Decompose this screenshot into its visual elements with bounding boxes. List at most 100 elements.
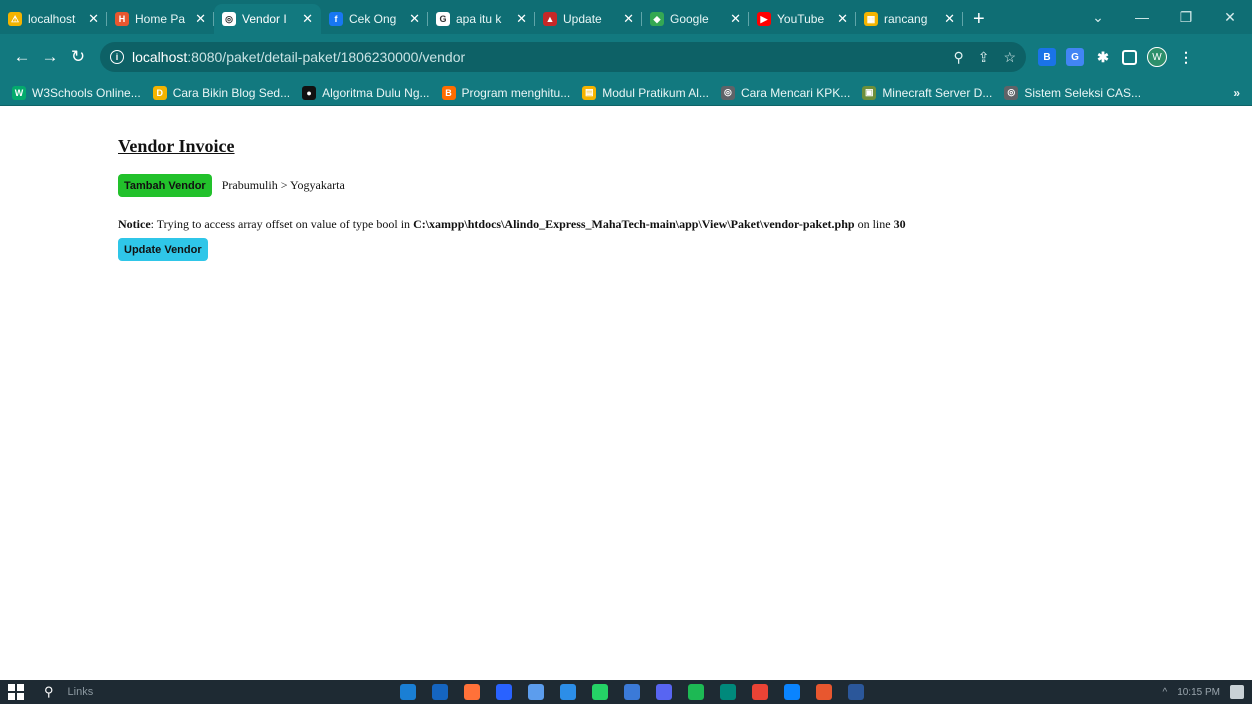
tab-close-icon[interactable]: ✕ [623, 11, 634, 27]
tab-search-icon[interactable]: ⌄ [1076, 9, 1120, 26]
taskbar-app-icon[interactable] [624, 684, 640, 700]
taskbar-app-icon[interactable] [688, 684, 704, 700]
tab-title: Update [563, 12, 602, 26]
update-vendor-button[interactable]: Update Vendor [118, 238, 208, 261]
tab-close-icon[interactable]: ✕ [302, 11, 313, 27]
tab-close-icon[interactable]: ✕ [730, 11, 741, 27]
tab-7[interactable]: ▶ YouTube ✕ [749, 4, 856, 34]
taskbar-app-icon[interactable] [432, 684, 448, 700]
windows-start-icon[interactable] [8, 684, 24, 700]
tab-close-icon[interactable]: ✕ [409, 11, 420, 27]
taskbar-app-icon[interactable] [400, 684, 416, 700]
notice-file-path: C:\xampp\htdocs\Alindo_Express_MahaTech-… [413, 217, 855, 231]
taskbar-app-icon[interactable] [592, 684, 608, 700]
bookmark-label: Algoritma Dulu Ng... [322, 85, 430, 100]
tab-favicon-icon: ◎ [222, 12, 236, 26]
tab-close-icon[interactable]: ✕ [944, 11, 955, 27]
tab-2[interactable]: ◎ Vendor I ✕ [214, 4, 321, 34]
url-host: localhost [132, 49, 188, 65]
tab-0[interactable]: ⚠ localhost ✕ [0, 4, 107, 34]
taskbar-app-icon[interactable] [720, 684, 736, 700]
close-window-icon[interactable]: ✕ [1208, 9, 1252, 26]
tab-title: rancang [884, 12, 928, 26]
tab-close-icon[interactable]: ✕ [88, 11, 99, 27]
bookmark-label: Program menghitu... [461, 85, 571, 100]
bookmark-favicon-icon: W [12, 85, 26, 100]
side-panel-icon[interactable] [1122, 49, 1137, 65]
reload-icon[interactable]: ↻ [64, 47, 92, 67]
bookmark-item[interactable]: ● Algoritma Dulu Ng... [302, 85, 430, 100]
tray-chevron-icon[interactable]: ^ [1162, 687, 1167, 698]
clock[interactable]: 10:15 PM [1177, 687, 1220, 698]
tab-title: apa itu k [456, 12, 502, 26]
bookmark-favicon-icon: ▣ [862, 85, 877, 100]
tab-1[interactable]: H Home Pa ✕ [107, 4, 214, 34]
avatar[interactable]: W [1147, 47, 1167, 67]
page-content: Vendor Invoice Tambah Vendor Prabumulih … [118, 106, 1118, 261]
browser-toolbar: ← → ↻ i localhost:8080/paket/detail-pake… [0, 34, 1252, 80]
taskbar-app-icon[interactable] [848, 684, 864, 700]
tab-4[interactable]: Gapa itu k ✕ [428, 4, 535, 34]
forward-icon[interactable]: → [36, 47, 64, 67]
extension-b-icon[interactable]: B [1038, 48, 1056, 66]
tab-title: Vendor I [242, 12, 287, 26]
share-icon[interactable]: ⇪ [978, 49, 990, 66]
bookmark-item[interactable]: D Cara Bikin Blog Sed... [152, 85, 290, 100]
puzzle-icon[interactable]: ✱ [1094, 48, 1112, 66]
tab-close-icon[interactable]: ✕ [837, 11, 848, 27]
bookmark-label: Sistem Seleksi CAS... [1024, 85, 1142, 100]
bookmark-item[interactable]: B Program menghitu... [441, 85, 571, 100]
tab-3[interactable]: f Cek Ong ✕ [321, 4, 428, 34]
taskbar-app-icon[interactable] [560, 684, 576, 700]
taskbar-search-input[interactable]: Links [68, 686, 94, 698]
address-bar[interactable]: i localhost:8080/paket/detail-paket/1806… [100, 42, 1026, 72]
bookmark-label: Minecraft Server D... [882, 85, 993, 100]
restore-icon[interactable]: ❐ [1164, 9, 1208, 26]
tab-favicon-icon: ⚠ [8, 12, 22, 26]
tab-strip: ⚠ localhost ✕ H Home Pa ✕ ◎ Vendor I ✕ f Cek Ong ✕ G… [0, 0, 1252, 34]
bookmark-item[interactable]: W W3Schools Online... [12, 85, 141, 100]
bookmark-item[interactable]: ▤ Modul Pratikum Al... [582, 85, 709, 100]
tab-5[interactable]: ▲ Update ✕ [535, 4, 642, 34]
bookmark-star-icon[interactable]: ☆ [1003, 49, 1016, 66]
taskbar-app-icon[interactable] [816, 684, 832, 700]
taskbar-app-icon[interactable] [528, 684, 544, 700]
site-info-icon[interactable]: i [110, 50, 124, 64]
tab-favicon-icon: f [329, 12, 343, 26]
taskbar-app-icon[interactable] [464, 684, 480, 700]
bookmarks-overflow-button[interactable]: » [1233, 86, 1240, 100]
taskbar-app-icon[interactable] [784, 684, 800, 700]
tab-title: Google [670, 12, 709, 26]
bookmark-favicon-icon: B [441, 85, 456, 100]
tab-close-icon[interactable]: ✕ [195, 11, 206, 27]
tambah-vendor-button[interactable]: Tambah Vendor [118, 174, 212, 197]
taskbar-app-icon[interactable] [656, 684, 672, 700]
zoom-icon[interactable]: ⚲ [953, 49, 963, 66]
bookmark-favicon-icon: D [152, 85, 167, 100]
taskbar-app-icon[interactable] [752, 684, 768, 700]
new-tab-button[interactable]: + [963, 4, 995, 34]
menu-kebab-icon[interactable]: ⋮ [1177, 48, 1195, 66]
route-text: Prabumulih > Yogyakarta [221, 178, 345, 192]
bookmark-item[interactable]: ◎ Sistem Seleksi CAS... [1004, 85, 1142, 100]
tab-favicon-icon: ▶ [757, 12, 771, 26]
url-path: :8080/paket/detail-paket/1806230000/vend… [187, 49, 466, 65]
tab-close-icon[interactable]: ✕ [516, 11, 527, 27]
taskbar-apps [400, 684, 864, 700]
notification-icon[interactable] [1230, 685, 1244, 699]
tab-favicon-icon: G [436, 12, 450, 26]
tab-favicon-icon: ▦ [864, 12, 878, 26]
bookmark-favicon-icon: ▤ [582, 85, 597, 100]
tab-title: localhost [28, 12, 76, 26]
notice-line-number: 30 [893, 217, 906, 231]
minimize-icon[interactable]: — [1120, 9, 1164, 25]
bookmark-item[interactable]: ▣ Minecraft Server D... [862, 85, 993, 100]
tab-8[interactable]: ▦ rancang ✕ [856, 4, 963, 34]
bookmark-item[interactable]: ◎ Cara Mencari KPK... [720, 85, 851, 100]
translate-extension-icon[interactable]: G [1066, 48, 1084, 66]
search-icon[interactable]: ⚲ [44, 684, 54, 700]
tab-6[interactable]: ◆ Google ✕ [642, 4, 749, 34]
back-icon[interactable]: ← [8, 47, 36, 67]
taskbar-app-icon[interactable] [496, 684, 512, 700]
bookmark-label: Cara Mencari KPK... [740, 85, 851, 100]
